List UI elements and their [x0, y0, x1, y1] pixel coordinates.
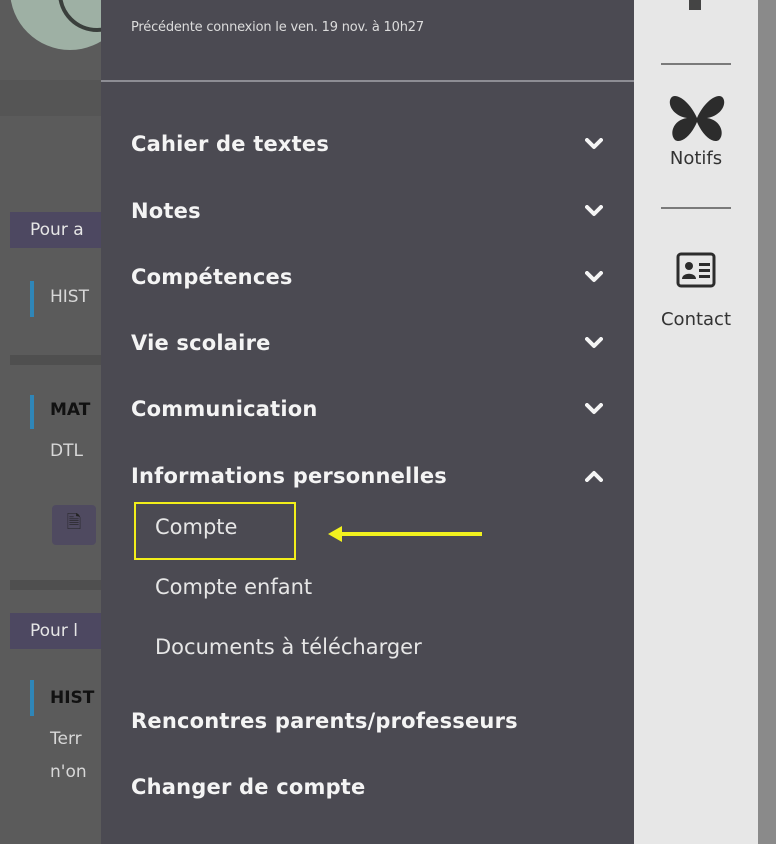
subject-marker: [30, 395, 34, 429]
submenu-item-compte[interactable]: Compte: [155, 515, 237, 539]
drawer-separator: [101, 80, 634, 82]
arrow-left-icon: [328, 526, 482, 542]
notifs-label: Notifs: [669, 148, 723, 169]
menu-item-communication[interactable]: Communication: [131, 389, 611, 429]
right-rail: Notifs Contact: [634, 0, 758, 844]
notifs-button[interactable]: Notifs: [634, 88, 758, 183]
chevron-down-icon: [585, 135, 603, 153]
background-page: Pour a HIST MAT DTL 🗎 Pour l HIST Terr n…: [0, 0, 101, 844]
window-edge: [758, 0, 776, 844]
section-tag: Pour l: [10, 613, 101, 649]
contact-card-icon: [676, 252, 716, 288]
menu-item-label: Notes: [131, 199, 201, 223]
submenu-item-compte-enfant[interactable]: Compte enfant: [155, 575, 312, 599]
subject-text: HIST: [50, 287, 89, 307]
divider: [10, 580, 101, 590]
menu-item-label: Cahier de textes: [131, 132, 330, 156]
submenu-item-documents[interactable]: Documents à télécharger: [155, 635, 422, 659]
menu-item-label: Compétences: [131, 265, 293, 289]
chevron-down-icon: [585, 202, 603, 220]
last-login-text: Précédente connexion le ven. 19 nov. à 1…: [131, 20, 424, 35]
header-band: [0, 80, 101, 116]
rail-divider: [661, 207, 731, 209]
subject-text: Terr: [50, 729, 82, 749]
navigation-drawer: Précédente connexion le ven. 19 nov. à 1…: [101, 0, 634, 844]
menu-item-label: Informations personnelles: [131, 464, 448, 488]
menu-item-changer-de-compte[interactable]: Changer de compte: [131, 767, 611, 807]
section-tag: Pour a: [10, 212, 101, 248]
menu-item-label: Changer de compte: [131, 775, 366, 799]
menu-item-competences[interactable]: Compétences: [131, 257, 611, 297]
menu-item-cahier-de-textes[interactable]: Cahier de textes: [131, 124, 611, 164]
menu-item-informations-personnelles[interactable]: Informations personnelles: [131, 456, 611, 496]
menu-item-vie-scolaire[interactable]: Vie scolaire: [131, 323, 611, 363]
menu-item-rencontres[interactable]: Rencontres parents/professeurs: [131, 701, 611, 741]
chevron-down-icon: [585, 268, 603, 286]
menu-item-label: Rencontres parents/professeurs: [131, 709, 518, 733]
chevron-down-icon: [585, 334, 603, 352]
chevron-down-icon: [585, 400, 603, 418]
top-icon-fragment: [689, 0, 701, 10]
rail-divider: [661, 63, 731, 65]
butterfly-icon: [669, 96, 725, 142]
subject-text: n'on: [50, 762, 87, 782]
menu-item-notes[interactable]: Notes: [131, 191, 611, 231]
menu-item-label: Communication: [131, 397, 318, 421]
menu-item-label: Vie scolaire: [131, 331, 271, 355]
divider: [10, 355, 101, 365]
pdf-icon: 🗎: [66, 512, 82, 533]
contact-label: Contact: [660, 309, 732, 330]
pdf-attachment[interactable]: 🗎: [52, 505, 96, 545]
subject-text: MAT: [50, 400, 91, 420]
subject-marker: [30, 281, 34, 317]
contact-button[interactable]: Contact: [634, 252, 758, 337]
subject-text: DTL: [50, 441, 83, 461]
chevron-up-icon: [585, 467, 603, 485]
subject-marker: [30, 680, 34, 716]
subject-text: HIST: [50, 688, 95, 708]
